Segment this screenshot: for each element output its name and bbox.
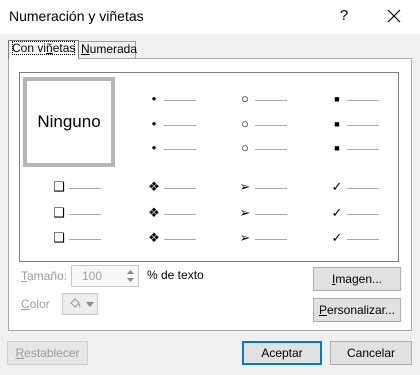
size-spinner[interactable]: 100 bbox=[71, 265, 139, 287]
arrowhead-icon: ➢ bbox=[239, 205, 251, 220]
bullet-option-box[interactable]: ❑ ❑ ❑ bbox=[45, 173, 137, 263]
color-label: Color bbox=[21, 297, 50, 311]
line-placeholder bbox=[164, 239, 196, 240]
tab-panel: Ninguno • • • ○ ○ ○ ■ ■ ■ ❑ ❑ ❑ ❖ ❖ ❖ ➢ … bbox=[8, 58, 412, 331]
dialog-title: Numeración y viñetas bbox=[9, 8, 144, 24]
spin-arrows-icon[interactable] bbox=[125, 267, 136, 285]
line-placeholder bbox=[164, 100, 196, 101]
bullet-option-none[interactable]: Ninguno bbox=[23, 77, 115, 167]
checkmark-icon: ✓ bbox=[331, 205, 343, 220]
line-placeholder bbox=[164, 149, 196, 150]
bullet-option-dot[interactable]: • • • bbox=[138, 83, 230, 173]
filled-square-icon: ■ bbox=[334, 143, 340, 153]
line-placeholder bbox=[255, 125, 287, 126]
color-picker-button[interactable] bbox=[62, 293, 98, 315]
line-placeholder bbox=[347, 100, 379, 101]
hollow-circle-icon: ○ bbox=[241, 91, 249, 106]
four-diamond-icon: ❖ bbox=[148, 230, 160, 245]
filled-square-icon: ■ bbox=[334, 94, 340, 104]
tab-bullets[interactable]: Con viñetas bbox=[8, 40, 80, 59]
line-placeholder bbox=[347, 188, 379, 189]
chevron-down-icon bbox=[86, 302, 94, 307]
image-button[interactable]: Imagen... bbox=[313, 267, 401, 291]
line-placeholder bbox=[69, 214, 101, 215]
line-placeholder bbox=[255, 100, 287, 101]
tab-numbered-label: Numerada bbox=[81, 42, 138, 56]
line-placeholder bbox=[164, 214, 196, 215]
filled-dot-icon: • bbox=[151, 140, 157, 155]
line-placeholder bbox=[69, 188, 101, 189]
bullet-option-diamond[interactable]: ❖ ❖ ❖ bbox=[138, 173, 230, 263]
arrowhead-icon: ➢ bbox=[239, 179, 251, 194]
reset-button[interactable]: Restablecer bbox=[7, 341, 88, 365]
close-button[interactable] bbox=[380, 4, 408, 28]
hollow-circle-icon: ○ bbox=[241, 140, 249, 155]
bullet-option-check[interactable]: ✓ ✓ ✓ bbox=[325, 173, 417, 263]
title-bar: Numeración y viñetas ? bbox=[0, 0, 420, 34]
line-placeholder bbox=[69, 239, 101, 240]
none-label: Ninguno bbox=[37, 112, 101, 131]
line-placeholder bbox=[164, 125, 196, 126]
tab-numbered[interactable]: Numerada bbox=[77, 41, 138, 58]
close-icon bbox=[387, 9, 401, 23]
four-diamond-icon: ❖ bbox=[148, 179, 160, 194]
tab-bullets-label: Con viñetas bbox=[12, 41, 76, 55]
paint-bucket-icon bbox=[70, 298, 81, 308]
checkmark-icon: ✓ bbox=[331, 230, 343, 245]
line-placeholder bbox=[347, 125, 379, 126]
bullet-option-arrow[interactable]: ➢ ➢ ➢ bbox=[233, 173, 325, 263]
line-placeholder bbox=[164, 188, 196, 189]
arrowhead-icon: ➢ bbox=[239, 230, 251, 245]
customize-button[interactable]: Personalizar... bbox=[313, 298, 401, 322]
shadowed-box-icon: ❑ bbox=[53, 230, 65, 245]
shadowed-box-icon: ❑ bbox=[53, 179, 65, 194]
four-diamond-icon: ❖ bbox=[148, 205, 160, 220]
bullets-numbering-dialog: Numeración y viñetas ? Con viñetas Numer… bbox=[0, 0, 420, 375]
bullet-gallery: Ninguno • • • ○ ○ ○ ■ ■ ■ ❑ ❑ ❑ ❖ ❖ ❖ ➢ … bbox=[19, 72, 399, 262]
filled-dot-icon: • bbox=[151, 116, 157, 131]
accept-button[interactable]: Aceptar bbox=[242, 341, 322, 365]
size-unit-label: % de texto bbox=[147, 268, 204, 282]
line-placeholder bbox=[347, 239, 379, 240]
cancel-button[interactable]: Cancelar bbox=[330, 341, 412, 365]
line-placeholder bbox=[255, 188, 287, 189]
size-value: 100 bbox=[82, 269, 103, 283]
help-button[interactable]: ? bbox=[332, 4, 356, 28]
shadowed-box-icon: ❑ bbox=[53, 205, 65, 220]
hollow-circle-icon: ○ bbox=[241, 116, 249, 131]
line-placeholder bbox=[347, 214, 379, 215]
bullet-option-square[interactable]: ■ ■ ■ bbox=[325, 83, 417, 173]
filled-dot-icon: • bbox=[151, 91, 157, 106]
line-placeholder bbox=[255, 214, 287, 215]
filled-square-icon: ■ bbox=[334, 119, 340, 129]
checkmark-icon: ✓ bbox=[331, 179, 343, 194]
bullet-option-circle[interactable]: ○ ○ ○ bbox=[233, 83, 325, 173]
size-label: Tamaño: bbox=[21, 269, 68, 283]
line-placeholder bbox=[255, 149, 287, 150]
line-placeholder bbox=[347, 149, 379, 150]
line-placeholder bbox=[255, 239, 287, 240]
